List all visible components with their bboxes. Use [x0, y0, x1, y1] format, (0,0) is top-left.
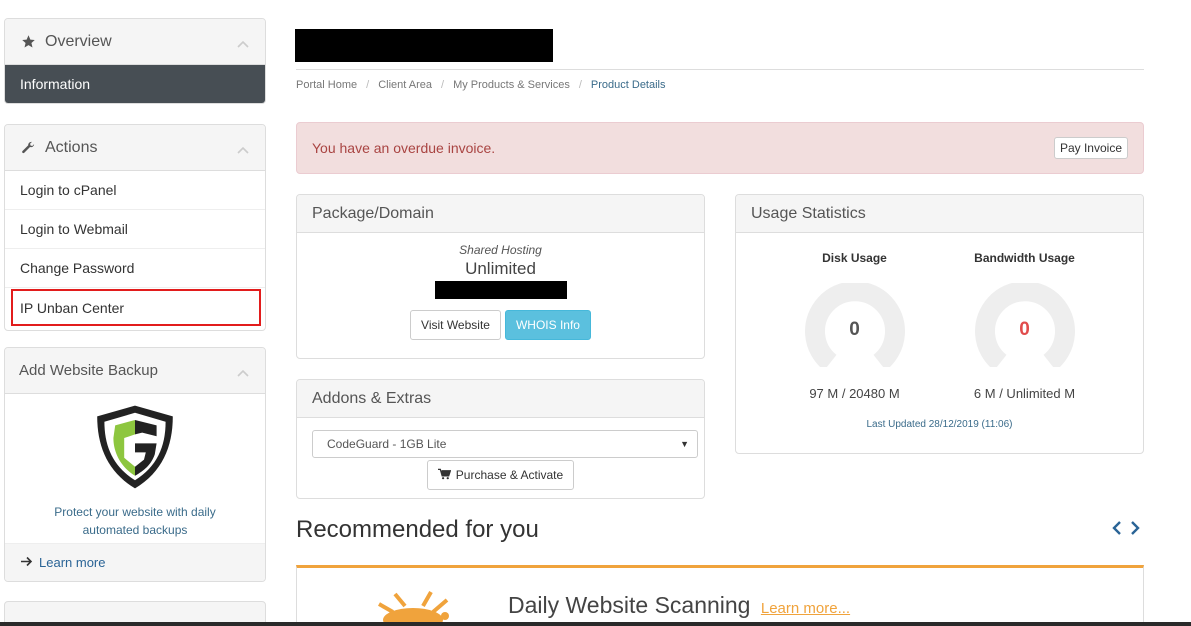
recommended-title: Recommended for you	[296, 516, 539, 543]
highlight-box	[11, 289, 261, 326]
bandwidth-usage-label: Bandwidth Usage	[974, 251, 1075, 265]
recommended-card: Daily Website Scanning Learn more...	[296, 565, 1144, 626]
dropdown-arrow-icon: ▼	[680, 439, 689, 449]
last-updated: Last Updated 28/12/2019 (11:06)	[866, 419, 1013, 430]
alert-text: You have an overdue invoice.	[312, 140, 496, 156]
package-name: Unlimited	[465, 259, 536, 278]
title-divider	[296, 69, 1144, 70]
backup-description-line-2: automated backups	[82, 523, 188, 537]
overview-panel: Overview Information	[4, 18, 266, 104]
overview-header[interactable]: Overview	[5, 19, 265, 65]
sidebar-item-login-cpanel[interactable]: Login to cPanel	[5, 171, 265, 210]
domain-redacted	[434, 281, 567, 299]
backup-panel: Add Website Backup Protect your website …	[4, 347, 266, 582]
whois-info-button[interactable]: WHOIS Info	[504, 310, 591, 340]
chevron-up-icon[interactable]	[237, 364, 249, 381]
sidebar-item-label: Login to cPanel	[20, 182, 117, 198]
star-icon	[19, 33, 37, 51]
chevron-up-icon[interactable]	[237, 141, 249, 159]
backup-description: Protect your website with daily automate…	[5, 503, 265, 539]
sidebar-item-change-password[interactable]: Change Password	[5, 249, 265, 288]
usage-header: Usage Statistics	[736, 195, 1143, 233]
actions-header[interactable]: Actions	[5, 125, 265, 171]
page-title-redacted	[295, 29, 553, 62]
package-card: Package/Domain Shared Hosting Unlimited …	[296, 194, 705, 359]
sidebar-item-label: Login to Webmail	[20, 221, 128, 237]
overview-title: Overview	[45, 32, 112, 50]
codeguard-logo	[90, 402, 180, 497]
breadcrumb: Portal Home / Client Area / My Products …	[296, 79, 666, 91]
breadcrumb-separator: /	[578, 79, 582, 91]
sidebar-item-label: Information	[20, 76, 91, 92]
breadcrumb-products[interactable]: My Products & Services	[453, 79, 570, 91]
disk-usage-amount: 97 M / 20480 M	[809, 386, 900, 401]
backup-description-line-1: Protect your website with daily	[54, 505, 216, 519]
disk-usage-label: Disk Usage	[822, 251, 887, 265]
bandwidth-usage-value: 0	[1019, 319, 1030, 340]
disk-usage-value: 0	[849, 319, 860, 340]
addons-card: Addons & Extras CodeGuard - 1GB Lite ▼ P…	[296, 379, 705, 499]
bandwidth-usage-gauge: 0	[974, 281, 1075, 371]
learn-more-link[interactable]: Learn more	[5, 543, 265, 581]
sidebar-item-label: Change Password	[20, 260, 135, 276]
backup-title: Add Website Backup	[19, 362, 158, 379]
purchase-activate-label: Purchase & Activate	[455, 468, 564, 482]
breadcrumb-separator: /	[366, 79, 370, 91]
disk-usage-gauge: 0	[804, 281, 905, 371]
chevron-left-icon[interactable]	[1112, 519, 1122, 540]
backup-header[interactable]: Add Website Backup	[5, 348, 265, 394]
cart-icon	[437, 468, 452, 483]
wrench-icon	[19, 139, 37, 157]
package-header: Package/Domain	[297, 195, 704, 233]
recommended-nav	[1112, 519, 1140, 540]
sidebar-item-login-webmail[interactable]: Login to Webmail	[5, 210, 265, 249]
breadcrumb-separator: /	[441, 79, 445, 91]
addons-header: Addons & Extras	[297, 380, 704, 418]
arrow-right-icon	[20, 555, 33, 570]
scanner-bug-icon	[375, 590, 451, 626]
breadcrumb-current: Product Details	[590, 79, 666, 91]
bandwidth-usage-amount: 6 M / Unlimited M	[973, 386, 1076, 401]
recommended-item-name: Daily Website Scanning	[508, 592, 751, 618]
recommended-item-title: Daily Website Scanning Learn more...	[508, 592, 850, 619]
visit-website-button[interactable]: Visit Website	[410, 310, 501, 340]
chevron-right-icon[interactable]	[1130, 519, 1140, 540]
purchase-activate-button[interactable]: Purchase & Activate	[426, 460, 575, 490]
learn-more-label: Learn more	[39, 555, 106, 570]
chevron-up-icon[interactable]	[237, 35, 249, 53]
breadcrumb-portal-home[interactable]: Portal Home	[296, 79, 357, 91]
addon-select[interactable]: CodeGuard - 1GB Lite ▼	[312, 430, 698, 458]
recommended-learn-more-link[interactable]: Learn more...	[761, 600, 850, 617]
actions-title: Actions	[45, 138, 98, 156]
breadcrumb-client-area[interactable]: Client Area	[378, 79, 432, 91]
overdue-alert: You have an overdue invoice. Pay Invoice	[296, 122, 1144, 174]
sidebar-item-information[interactable]: Information	[5, 65, 265, 103]
usage-card: Usage Statistics Disk Usage 0 97 M / 204…	[735, 194, 1144, 454]
pay-invoice-button[interactable]: Pay Invoice	[1053, 137, 1128, 159]
bottom-edge-bar	[0, 622, 1191, 626]
package-type: Shared Hosting	[459, 243, 542, 257]
disk-usage: Disk Usage 0 97 M / 20480 M	[770, 233, 940, 401]
bandwidth-usage: Bandwidth Usage 0 6 M / Unlimited M	[940, 233, 1110, 401]
addon-select-value: CodeGuard - 1GB Lite	[327, 437, 447, 451]
